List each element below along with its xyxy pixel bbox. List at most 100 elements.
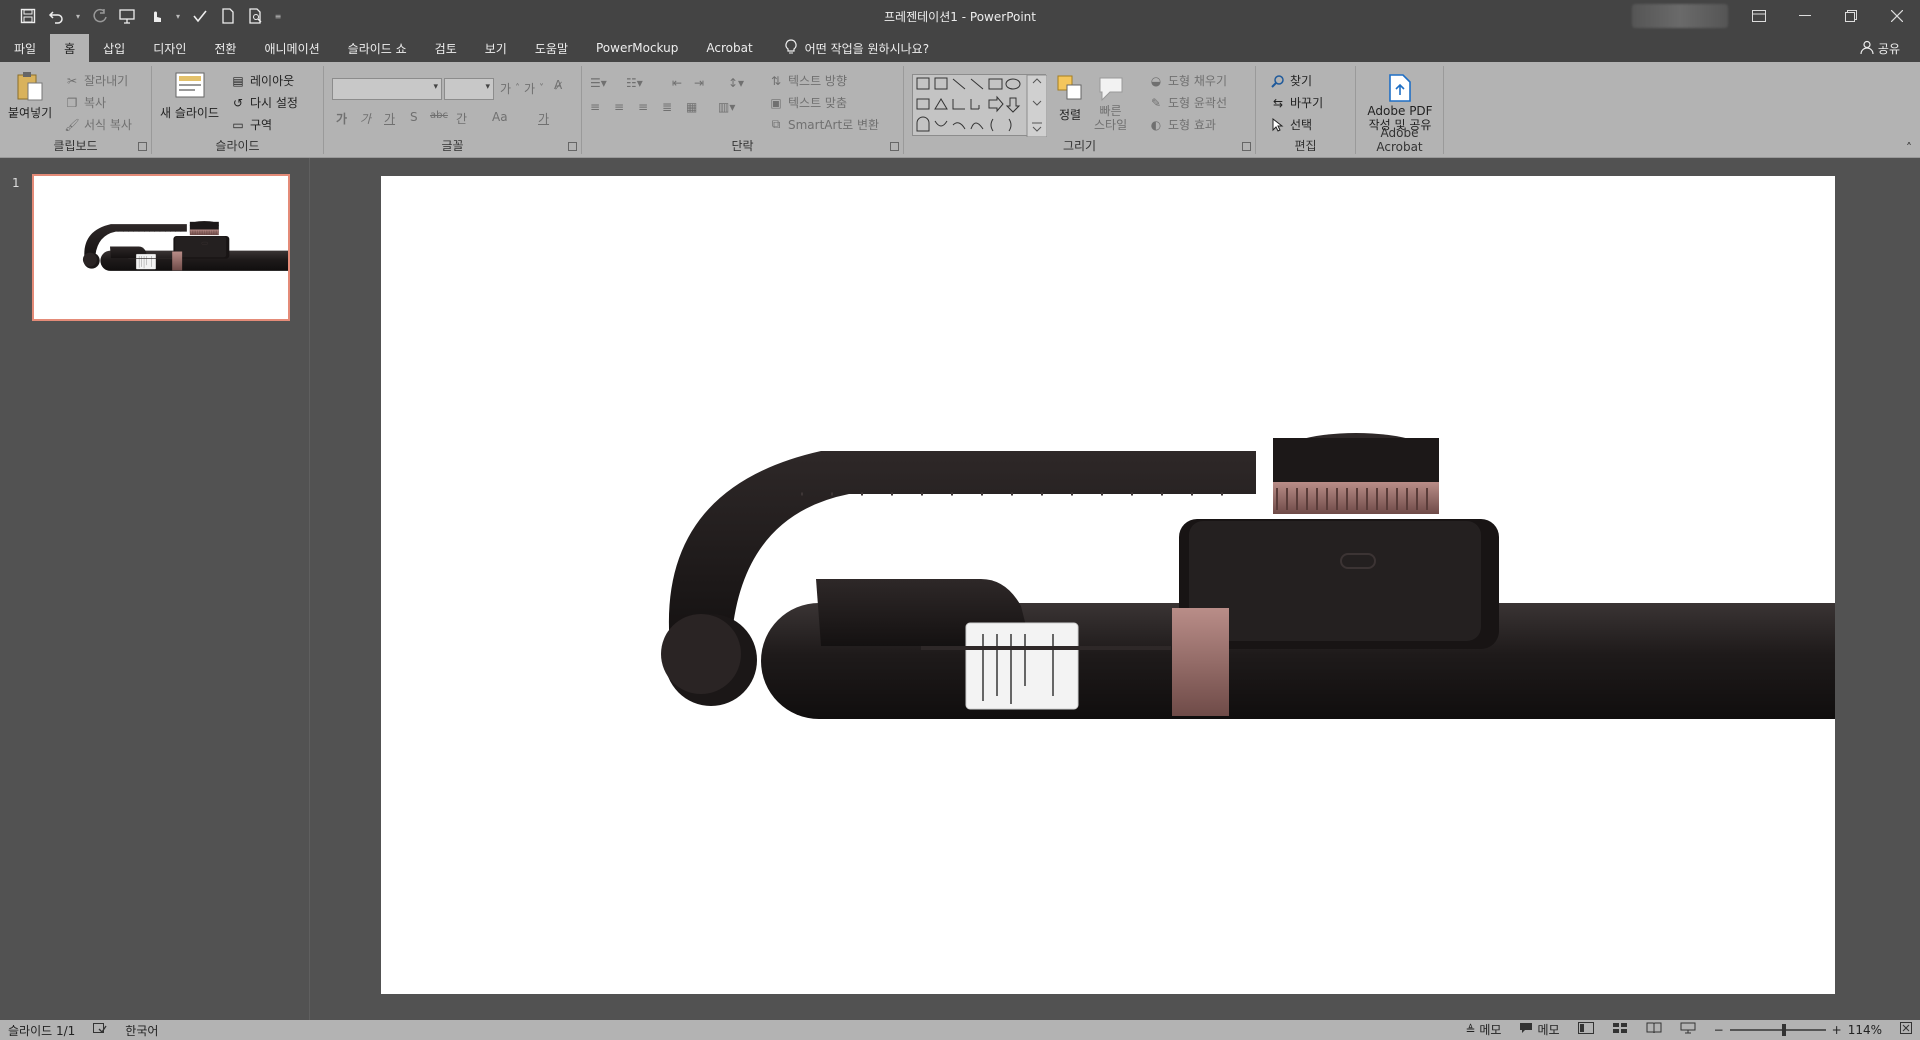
shape-fill-button[interactable]: ◒ 도형 채우기 [1148,72,1227,89]
ribbon-display-options-icon[interactable] [1736,0,1782,32]
font-name-combo[interactable] [332,78,442,100]
numbering-icon[interactable]: ☷▾ [626,76,643,90]
replace-button[interactable]: ⇆ 바꾸기 [1270,94,1323,111]
paragraph-group-label: 단락 [731,139,754,153]
shape-effects-button[interactable]: ◐ 도형 효과 [1148,116,1216,133]
paste-button[interactable]: 붙여넣기 [8,70,52,121]
tab-review[interactable]: 검토 [421,34,471,62]
tab-design[interactable]: 디자인 [139,34,200,62]
find-label: 찾기 [1290,74,1313,88]
arrange-button[interactable]: 정렬 [1054,72,1086,123]
minimize-icon[interactable] [1782,0,1828,32]
strikethrough-button[interactable]: abc [430,110,448,121]
font-color-button[interactable]: 가 [538,110,549,127]
comment-icon [1519,1022,1533,1037]
underline-button[interactable]: 가 [384,110,395,127]
clear-format-icon[interactable]: A̷ [554,78,562,92]
slide-editing-area [311,158,1920,1020]
slide-thumbnails-pane: 1 [0,158,310,1020]
increase-font-icon[interactable]: 가 ˄ [500,80,520,97]
copy-button[interactable]: ❐ 복사 [64,94,106,111]
spellcheck-status-icon[interactable] [93,1022,107,1038]
tab-view[interactable]: 보기 [471,34,521,62]
paragraph-launcher-icon[interactable] [890,142,899,151]
slide[interactable] [381,176,1835,994]
slideshow-view-icon[interactable] [1680,1022,1696,1037]
share-label: 공유 [1877,42,1900,56]
tab-animations[interactable]: 애니메이션 [250,34,333,62]
comments-button[interactable]: 메모 [1519,1021,1560,1038]
tab-insert[interactable]: 삽입 [89,34,139,62]
decrease-font-icon[interactable]: 가 ˅ [524,80,544,97]
fit-to-window-icon[interactable] [1900,1022,1912,1037]
increase-indent-icon[interactable]: ⇥ [694,76,704,90]
drawing-launcher-icon[interactable] [1242,142,1251,151]
justify-icon[interactable]: ≣ [662,100,672,114]
slide-thumbnail[interactable] [32,174,290,321]
zoom-slider[interactable] [1729,1023,1826,1036]
tab-acrobat[interactable]: Acrobat [692,34,766,62]
italic-button[interactable]: 가 [360,110,371,127]
restore-icon[interactable] [1828,0,1874,32]
language-indicator[interactable]: 한국어 [125,1022,158,1039]
group-paragraph: ☰▾ ☷▾ ⇤ ⇥ ↕▾ ≡ ≡ ≡ ≣ ▦ ▥▾ ⇅ 텍스트 방향 ▣ 텍스트… [582,66,904,154]
line-spacing-icon[interactable]: ↕▾ [728,76,744,90]
find-button[interactable]: 찾기 [1270,72,1312,89]
tab-powermockup[interactable]: PowerMockup [582,34,692,62]
normal-view-icon[interactable] [1577,1022,1594,1037]
font-group-label: 글꼴 [441,139,464,153]
quick-styles-button[interactable]: 빠른 스타일 [1094,72,1127,132]
collapse-ribbon-icon[interactable]: ˄ [1906,141,1912,155]
zoom-in-button[interactable]: + [1832,1023,1842,1037]
font-size-combo[interactable] [444,78,494,100]
tab-transitions[interactable]: 전환 [200,34,250,62]
reading-view-icon[interactable] [1646,1022,1662,1037]
align-right-icon[interactable]: ≡ [638,100,648,114]
section-button[interactable]: ▭ 구역 [230,116,272,133]
clipboard-launcher-icon[interactable] [138,142,147,151]
notes-button[interactable]: ≜ 메모 [1465,1021,1501,1038]
close-icon[interactable] [1874,0,1920,32]
distributed-icon[interactable]: ▦ [686,100,697,114]
smartart-button[interactable]: ⧉ SmartArt로 변환 [768,116,879,133]
account-area[interactable] [1632,4,1728,28]
cut-button[interactable]: ✂ 잘라내기 [64,72,128,89]
reset-button[interactable]: ↺ 다시 설정 [230,94,298,111]
zoom-level[interactable]: 114% [1848,1023,1882,1037]
char-spacing-button[interactable]: 간 [456,110,467,127]
shadow-button[interactable]: S [410,110,418,124]
create-pdf-button[interactable]: Adobe PDF 작성 및 공유 [1356,72,1444,132]
tab-help[interactable]: 도움말 [521,34,582,62]
layout-button[interactable]: ▤ 레이아웃 [230,72,294,89]
tab-home[interactable]: 홈 [50,34,90,62]
align-left-icon[interactable]: ≡ [590,100,600,114]
notes-label: 메모 [1479,1023,1502,1037]
new-slide-button[interactable]: 새 슬라이드 [160,70,219,121]
align-text-button[interactable]: ▣ 텍스트 맞춤 [768,94,847,111]
bullets-icon[interactable]: ☰▾ [590,76,607,90]
tab-file[interactable]: 파일 [0,34,50,62]
gimbal-product-image[interactable] [381,176,1835,994]
group-editing: 찾기 ⇆ 바꾸기 선택 편집 [1256,66,1356,154]
font-launcher-icon[interactable] [568,142,577,151]
format-painter-button[interactable]: 🖌 서식 복사 [64,116,132,133]
decrease-indent-icon[interactable]: ⇤ [672,76,682,90]
shapes-gallery[interactable] [912,74,1047,137]
arrange-icon [1054,72,1086,104]
bold-button[interactable]: 가 [336,110,347,127]
zoom-out-button[interactable]: − [1714,1023,1724,1037]
share-button[interactable]: 공유 [1860,40,1900,57]
align-center-icon[interactable]: ≡ [614,100,624,114]
tab-slideshow[interactable]: 슬라이드 쇼 [334,34,421,62]
columns-icon[interactable]: ▥▾ [718,100,735,114]
text-direction-button[interactable]: ⇅ 텍스트 방향 [768,72,847,89]
change-case-button[interactable]: Aa [492,110,508,124]
shape-outline-button[interactable]: ✎ 도형 윤곽선 [1148,94,1227,111]
copy-label: 복사 [84,96,107,110]
select-button[interactable]: 선택 [1270,116,1312,133]
acrobat-group-label: Adobe Acrobat [1376,126,1423,154]
tell-me-box[interactable]: 어떤 작업을 원하시나요? [767,34,929,62]
slide-sorter-icon[interactable] [1612,1022,1628,1037]
zoom-slider-thumb[interactable] [1781,1023,1786,1036]
zoom-control: − + 114% [1714,1023,1882,1037]
